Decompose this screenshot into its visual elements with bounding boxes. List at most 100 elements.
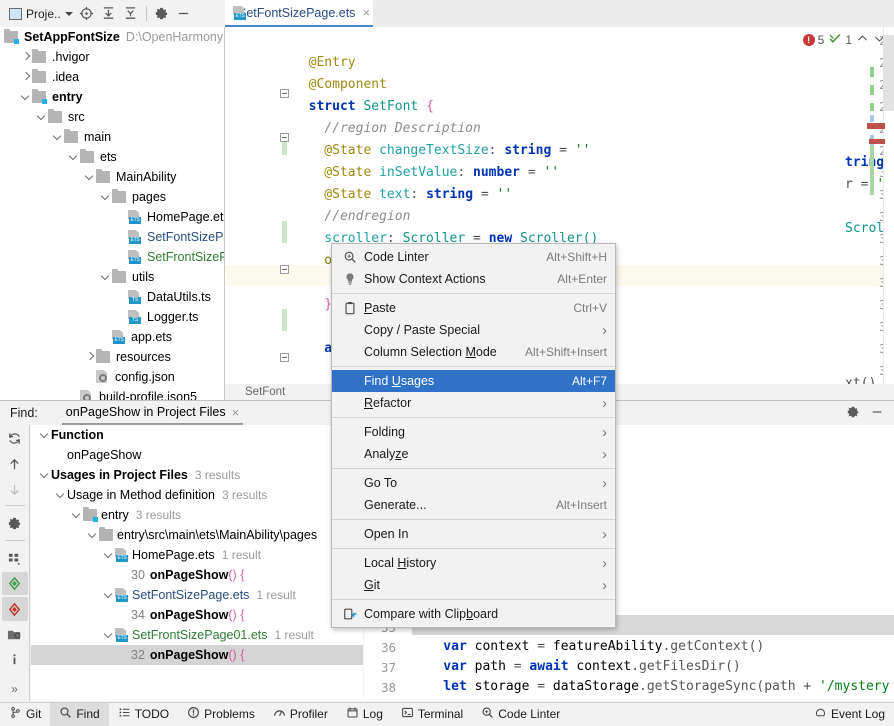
- find-result-row[interactable]: 34onPageShow() {: [31, 605, 363, 625]
- close-icon[interactable]: ×: [362, 5, 370, 20]
- error-count-badge[interactable]: ! 5: [803, 33, 825, 47]
- group-by-icon[interactable]: [2, 547, 28, 570]
- tree-row-pages[interactable]: pages: [0, 187, 224, 207]
- previous-problem-icon[interactable]: [856, 32, 869, 48]
- status-bar-button-find[interactable]: Find: [50, 703, 108, 726]
- gear-icon[interactable]: [846, 405, 860, 422]
- tree-row-setfontsizepa[interactable]: ETSSetFontSizePa: [0, 227, 224, 247]
- preview-code-line[interactable]: var path = await context.getFilesDir(): [412, 659, 741, 674]
- code-line[interactable]: @State changeTextSize: string = '': [293, 143, 590, 158]
- menu-item-refactor[interactable]: Refactor›: [332, 392, 615, 414]
- tree-row-root[interactable]: SetAppFontSize D:\OpenHarmonyS: [0, 27, 224, 47]
- fold-toggle-icon[interactable]: [280, 353, 289, 362]
- code-line[interactable]: @State inSetValue: number = '': [293, 165, 559, 180]
- expand-arrow-icon[interactable]: [87, 529, 99, 541]
- rerun-icon[interactable]: [2, 427, 28, 450]
- tree-row-utils[interactable]: utils: [0, 267, 224, 287]
- tree-row-resources[interactable]: resources: [0, 347, 224, 367]
- tree-row-main[interactable]: main: [0, 127, 224, 147]
- scrollbar-thumb[interactable]: [883, 35, 894, 111]
- menu-item-analyze[interactable]: Analyze›: [332, 443, 615, 465]
- close-icon[interactable]: ×: [232, 405, 240, 420]
- tree-row-src[interactable]: src: [0, 107, 224, 127]
- expand-arrow-icon[interactable]: [84, 171, 96, 183]
- tree-row-app-ets[interactable]: ETSapp.ets: [0, 327, 224, 347]
- menu-item-show-context-actions[interactable]: Show Context ActionsAlt+Enter: [332, 268, 615, 290]
- expand-arrow-icon[interactable]: [100, 191, 112, 203]
- help-icon[interactable]: [2, 648, 28, 671]
- status-bar-button-profiler[interactable]: Profiler: [264, 703, 337, 726]
- code-line[interactable]: @State text: string = '': [293, 187, 512, 202]
- menu-item-git[interactable]: Git›: [332, 574, 615, 596]
- find-result-row[interactable]: ETSSetFontSizePage.ets1 result: [31, 585, 363, 605]
- expand-all-icon[interactable]: [98, 3, 120, 25]
- menu-item-generate[interactable]: Generate...Alt+Insert: [332, 494, 615, 516]
- editor-inspection-widget[interactable]: ! 5 1: [803, 27, 894, 53]
- tree-row-setfrontsizep[interactable]: ETSSetFrontSizeP: [0, 247, 224, 267]
- find-result-row[interactable]: Function: [31, 425, 363, 445]
- tree-row-mainability[interactable]: MainAbility: [0, 167, 224, 187]
- preview-code-line[interactable]: let storage = dataStorage.getStorageSync…: [412, 679, 889, 694]
- menu-item-open-in[interactable]: Open In›: [332, 523, 615, 545]
- tree-row-config-json[interactable]: config.json: [0, 367, 224, 387]
- open-in-find-icon[interactable]: [2, 623, 28, 646]
- expand-arrow-icon[interactable]: [100, 271, 112, 283]
- expand-arrow-icon[interactable]: [20, 71, 32, 83]
- expand-all-icon[interactable]: [2, 572, 28, 595]
- collapse-all-icon[interactable]: [2, 597, 28, 620]
- tree-row--hvigor[interactable]: .hvigor: [0, 47, 224, 67]
- locate-icon[interactable]: [76, 3, 98, 25]
- menu-item-compare-with-clipboard[interactable]: Compare with Clipboard: [332, 603, 615, 625]
- expand-arrow-icon[interactable]: [20, 91, 32, 103]
- code-line[interactable]: //endregion: [293, 209, 410, 224]
- more-icon[interactable]: »: [2, 678, 28, 701]
- expand-arrow-icon[interactable]: [36, 111, 48, 123]
- find-results-tree[interactable]: FunctiononPageShowUsages in Project File…: [31, 425, 363, 701]
- preview-code-line[interactable]: var context = featureAbility.getContext(…: [412, 639, 764, 654]
- project-tree-panel[interactable]: SetAppFontSize D:\OpenHarmonyS .hvigor.i…: [0, 27, 225, 400]
- find-result-row[interactable]: entry\src\main\ets\MainAbility\pages: [31, 525, 363, 545]
- previous-occurrence-icon[interactable]: [2, 452, 28, 475]
- tree-row--idea[interactable]: .idea: [0, 67, 224, 87]
- event-log-button[interactable]: Event Log: [805, 703, 894, 726]
- editor-tab-setfontsizepage[interactable]: ETS SetFontSizePage.ets ×: [225, 0, 373, 27]
- tree-row-build-profile-json5[interactable]: build-profile.json5: [0, 387, 224, 400]
- breadcrumb-item[interactable]: SetFont: [245, 386, 285, 398]
- status-bar-button-terminal[interactable]: Terminal: [392, 703, 472, 726]
- status-bar-button-todo[interactable]: TODO: [109, 703, 178, 726]
- minimize-icon[interactable]: [870, 405, 884, 422]
- fold-toggle-icon[interactable]: [280, 265, 289, 274]
- menu-item-go-to[interactable]: Go To›: [332, 472, 615, 494]
- project-view-selector[interactable]: Proje..: [6, 6, 76, 22]
- expand-arrow-icon[interactable]: [71, 509, 83, 521]
- tree-row-entry[interactable]: entry: [0, 87, 224, 107]
- menu-item-folding[interactable]: Folding›: [332, 421, 615, 443]
- minimize-icon[interactable]: [173, 3, 195, 25]
- code-line[interactable]: @Component: [293, 77, 387, 92]
- code-line[interactable]: @Entry: [293, 55, 356, 70]
- warning-count-badge[interactable]: 1: [828, 32, 852, 48]
- status-bar-button-problems[interactable]: Problems: [178, 703, 264, 726]
- menu-item-find-usages[interactable]: Find UsagesAlt+F7: [332, 370, 615, 392]
- tree-row-datautils-ts[interactable]: TSDataUtils.ts: [0, 287, 224, 307]
- code-line[interactable]: }: [293, 297, 332, 312]
- status-bar-button-code-linter[interactable]: Code Linter: [472, 703, 569, 726]
- find-tab[interactable]: onPageShow in Project Files ×: [62, 401, 243, 425]
- expand-arrow-icon[interactable]: [20, 51, 32, 63]
- find-result-row[interactable]: ETSSetFrontSizePage01.ets1 result: [31, 625, 363, 645]
- editor-context-menu[interactable]: Code LinterAlt+Shift+HShow Context Actio…: [331, 243, 616, 628]
- menu-item-code-linter[interactable]: Code LinterAlt+Shift+H: [332, 246, 615, 268]
- expand-arrow-icon[interactable]: [103, 589, 115, 601]
- find-result-row[interactable]: entry3 results: [31, 505, 363, 525]
- tree-row-logger-ts[interactable]: TSLogger.ts: [0, 307, 224, 327]
- editor-scrollbar[interactable]: [883, 27, 894, 400]
- status-bar-button-log[interactable]: Log: [337, 703, 392, 726]
- collapse-all-icon[interactable]: [120, 3, 142, 25]
- code-line[interactable]: struct SetFont {: [293, 99, 434, 114]
- expand-arrow-icon[interactable]: [52, 131, 64, 143]
- next-occurrence-icon[interactable]: [2, 478, 28, 501]
- menu-item-column-selection-mode[interactable]: Column Selection ModeAlt+Shift+Insert: [332, 341, 615, 363]
- settings-icon[interactable]: [2, 512, 28, 535]
- find-result-row[interactable]: 30onPageShow() {: [31, 565, 363, 585]
- fold-toggle-icon[interactable]: [280, 89, 289, 98]
